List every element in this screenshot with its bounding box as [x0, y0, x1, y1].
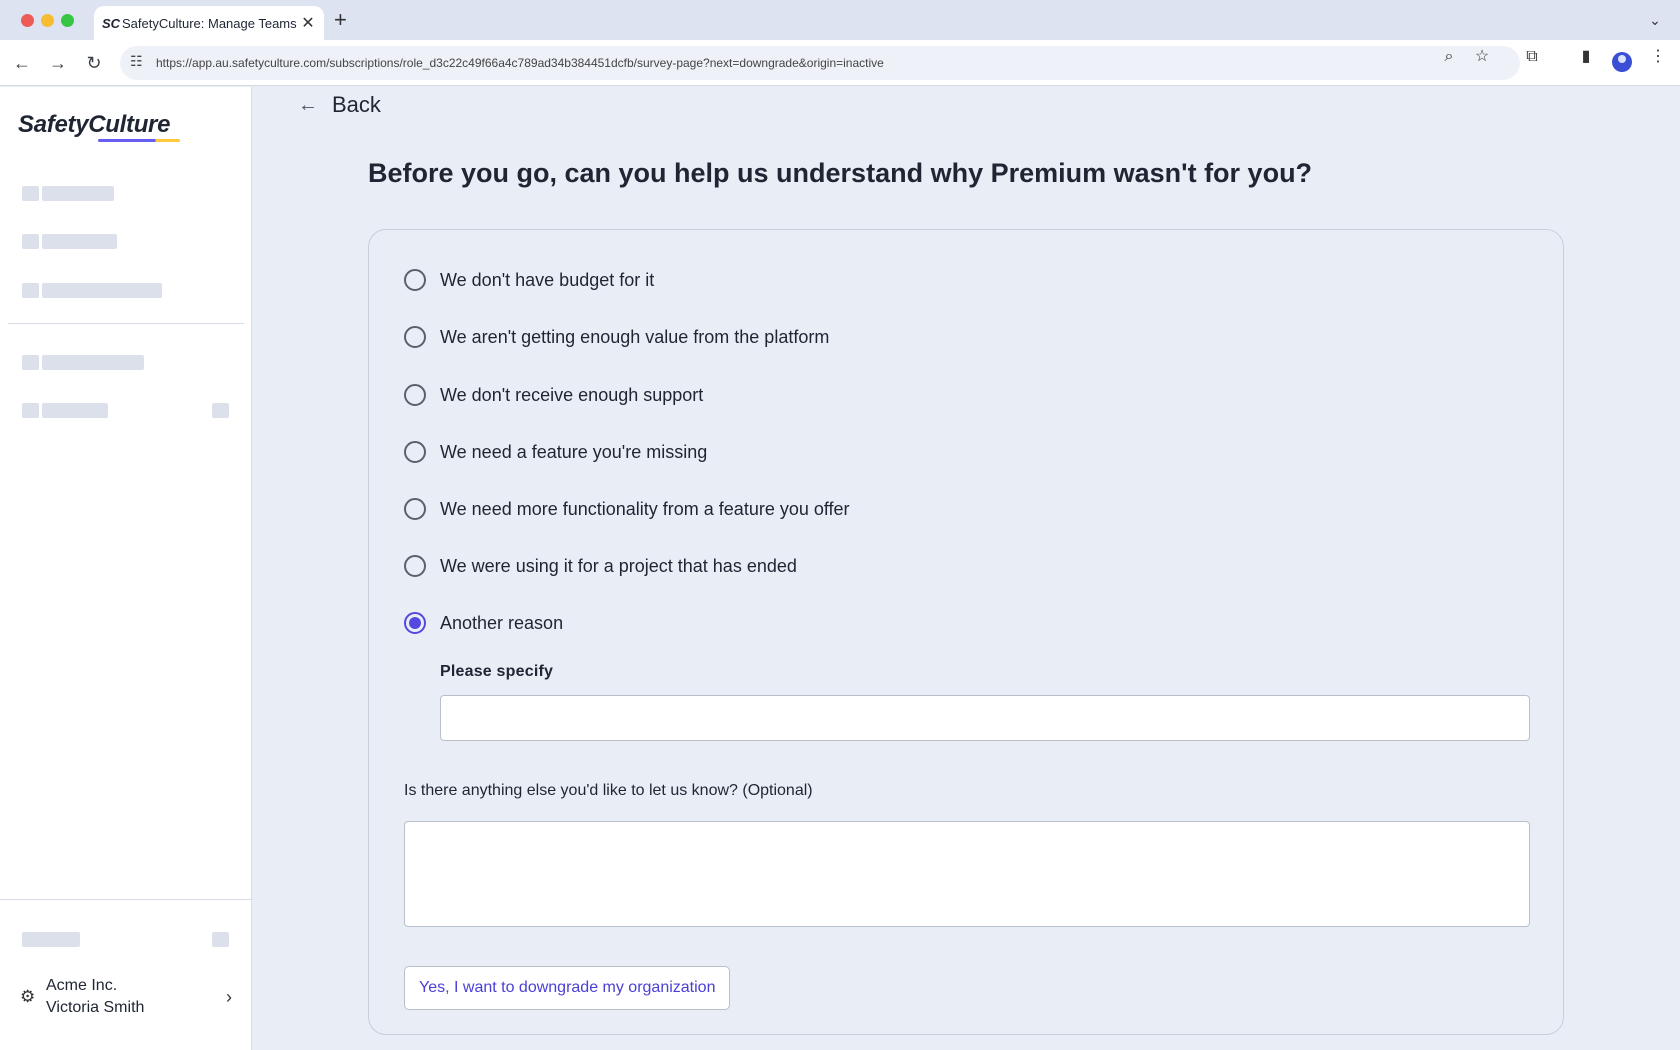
- option-label: Another reason: [440, 612, 564, 633]
- please-specify-label: Please specify: [440, 663, 554, 680]
- browser-tab[interactable]: SC SafetyCulture: Manage Teams and... ✕: [94, 6, 324, 40]
- logo-underline: [98, 139, 180, 142]
- skeleton-nav-icon: [22, 355, 39, 370]
- radio-button[interactable]: [404, 441, 426, 463]
- sidebar-bottom-divider: [0, 899, 252, 900]
- tab-title: SafetyCulture: Manage Teams and...: [122, 15, 300, 31]
- option-label: We aren't getting enough value from the …: [440, 326, 830, 347]
- skeleton-nav-label: [42, 234, 117, 249]
- skeleton-nav-label: [42, 283, 162, 298]
- extensions-puzzle-icon[interactable]: ⧉: [1520, 45, 1544, 69]
- address-bar[interactable]: ☷ https://app.au.safetyculture.com/subsc…: [120, 46, 1520, 80]
- skeleton-nav-icon: [22, 403, 39, 418]
- reason-option-value[interactable]: We aren't getting enough value from the …: [404, 322, 829, 352]
- organization-name: Acme Inc.: [46, 977, 118, 994]
- option-label: We need a feature you're missing: [440, 441, 708, 462]
- new-tab-button[interactable]: +: [334, 8, 347, 32]
- back-arrow-icon[interactable]: ←: [10, 51, 34, 75]
- chevron-right-icon: ›: [226, 986, 232, 1007]
- back-link[interactable]: ← Back: [298, 92, 381, 118]
- window-maximize-button[interactable]: [61, 14, 74, 27]
- additional-feedback-label: Is there anything else you'd like to let…: [404, 782, 813, 799]
- downgrade-organization-button[interactable]: Yes, I want to downgrade my organization: [404, 966, 731, 1010]
- survey-card: We don't have budget for it We aren't ge…: [368, 229, 1564, 1035]
- skeleton-nav-label: [42, 186, 114, 201]
- skeleton-footer-icon: [212, 932, 229, 947]
- more-menu-icon[interactable]: ⋮: [1646, 45, 1670, 69]
- option-label: We were using it for a project that has …: [440, 555, 797, 576]
- please-specify-input[interactable]: [440, 695, 1530, 741]
- reason-option-functionality[interactable]: We need more functionality from a featur…: [404, 494, 850, 524]
- reason-option-project-ended[interactable]: We were using it for a project that has …: [404, 551, 797, 581]
- url-text: https://app.au.safetyculture.com/subscri…: [156, 56, 884, 70]
- safetyculture-favicon-icon: SC: [102, 15, 121, 31]
- option-label: We need more functionality from a featur…: [440, 498, 850, 519]
- organization-info: Acme Inc. Victoria Smith: [46, 975, 226, 1019]
- organization-switcher[interactable]: ⚙ Acme Inc. Victoria Smith ›: [20, 975, 232, 1019]
- option-label: We don't receive enough support: [440, 384, 704, 405]
- radio-button[interactable]: [404, 384, 426, 406]
- radio-button[interactable]: [404, 498, 426, 520]
- radio-button[interactable]: [404, 555, 426, 577]
- close-icon[interactable]: ✕: [300, 13, 316, 33]
- radio-button[interactable]: [404, 326, 426, 348]
- window-close-button[interactable]: [21, 14, 34, 27]
- reload-icon[interactable]: ↻: [82, 51, 106, 75]
- page-title: Before you go, can you help us understan…: [368, 158, 1313, 188]
- radio-button-selected[interactable]: [404, 612, 426, 634]
- gear-icon: ⚙: [20, 987, 36, 1006]
- skeleton-nav-label: [42, 355, 144, 370]
- reason-option-missing-feature[interactable]: We need a feature you're missing: [404, 437, 707, 467]
- zoom-icon[interactable]: ⌕: [1437, 45, 1461, 69]
- browser-toolbar: ← → ↻ ☷ https://app.au.safetyculture.com…: [0, 40, 1680, 86]
- arrow-left-icon: ←: [298, 93, 318, 116]
- forward-arrow-icon[interactable]: →: [46, 51, 70, 75]
- browser-tab-bar: SC SafetyCulture: Manage Teams and... ✕ …: [0, 0, 1680, 40]
- side-panel-icon[interactable]: ▮: [1574, 45, 1598, 69]
- skeleton-nav-icon: [22, 283, 39, 298]
- radio-button[interactable]: [404, 269, 426, 291]
- reason-option-support[interactable]: We don't receive enough support: [404, 380, 703, 410]
- additional-feedback-textarea[interactable]: [404, 821, 1530, 927]
- tab-search-chevron-icon[interactable]: ⌄: [1642, 8, 1668, 32]
- reason-option-budget[interactable]: We don't have budget for it: [404, 265, 654, 295]
- skeleton-nav-badge: [212, 403, 229, 418]
- skeleton-nav-label: [42, 403, 108, 418]
- sidebar: SafetyCulture ⚙ Acme Inc. Victoria Smith…: [0, 87, 252, 1050]
- site-settings-icon[interactable]: ☷: [130, 53, 143, 70]
- back-label: Back: [332, 92, 381, 117]
- bookmark-star-icon[interactable]: ☆: [1470, 45, 1494, 69]
- skeleton-nav-icon: [22, 234, 39, 249]
- skeleton-nav-icon: [22, 186, 39, 201]
- safetyculture-logo[interactable]: SafetyCulture: [18, 111, 170, 139]
- skeleton-footer-label: [22, 932, 80, 947]
- window-minimize-button[interactable]: [41, 14, 54, 27]
- user-name: Victoria Smith: [46, 999, 145, 1016]
- profile-avatar-icon[interactable]: [1612, 52, 1632, 72]
- sidebar-divider: [8, 323, 244, 324]
- reason-option-another[interactable]: Another reason: [404, 608, 563, 638]
- option-label: We don't have budget for it: [440, 269, 655, 290]
